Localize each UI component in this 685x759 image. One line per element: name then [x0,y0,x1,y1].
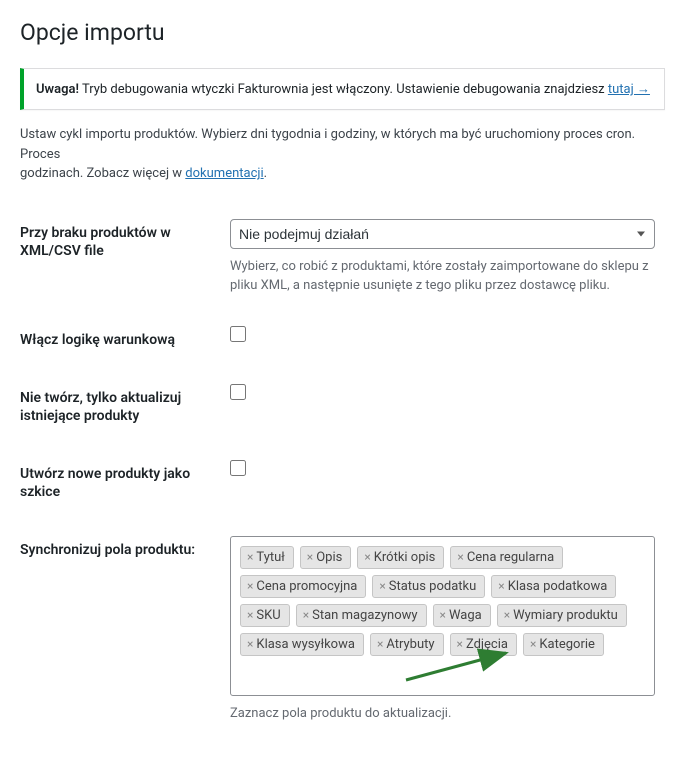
tag-label: SKU [256,608,280,623]
conditional-logic-label: Włącz logikę warunkową [20,311,220,369]
intro-text: Ustaw cykl importu produktów. Wybierz dn… [20,125,665,184]
sync-field-tag[interactable]: ×Cena promocyjna [240,575,366,598]
tag-label: Klasa wysyłkowa [256,637,355,652]
notice-strong: Uwaga! [36,82,79,97]
tag-label: Krótki opis [374,550,436,565]
tag-label: Stan magazynowy [312,608,417,623]
sync-field-tag[interactable]: ×Opis [300,546,352,569]
missing-products-select[interactable]: Nie podejmuj działań [230,219,655,249]
missing-products-label: Przy braku produktów w XML/CSV file [20,204,220,311]
tag-remove-icon[interactable]: × [303,608,309,622]
tag-label: Zdjęcia [466,637,508,652]
tag-label: Tytuł [256,550,284,565]
missing-products-description: Wybierz, co robić z produktami, które zo… [230,257,655,296]
tag-label: Opis [316,550,342,565]
tag-label: Status podatku [389,579,477,594]
sync-field-tag[interactable]: ×Tytuł [240,546,294,569]
sync-field-tag[interactable]: ×SKU [240,604,290,627]
tag-remove-icon[interactable]: × [530,637,536,651]
intro-line1: Ustaw cykl importu produktów. Wybierz dn… [20,127,635,162]
notice-text: Tryb debugowania wtyczki Fakturownia jes… [79,82,608,97]
tag-label: Kategorie [539,637,595,652]
sync-fields-tags-container[interactable]: ×Tytuł×Opis×Krótki opis×Cena regularna×C… [230,536,655,696]
sync-field-tag[interactable]: ×Klasa wysyłkowa [240,633,364,656]
conditional-logic-checkbox[interactable] [230,326,246,342]
notice-link[interactable]: tutaj → [608,82,650,97]
sync-field-tag[interactable]: ×Atrybuty [370,633,444,656]
update-only-checkbox[interactable] [230,384,246,400]
tag-remove-icon[interactable]: × [457,550,463,564]
tag-remove-icon[interactable]: × [440,608,446,622]
sync-field-tag[interactable]: × Klasa podatkowa [491,575,616,598]
sync-field-tag[interactable]: × Cena regularna [450,546,563,569]
sync-fields-label: Synchronizuj pola produktu: [20,521,220,739]
sync-field-tag[interactable]: × Status podatku [372,575,485,598]
tag-remove-icon[interactable]: × [247,550,253,564]
tag-remove-icon[interactable]: × [247,637,253,651]
documentation-link[interactable]: dokumentacji [185,166,263,181]
sync-field-tag[interactable]: ×Zdjęcia [450,633,517,656]
tag-label: Wymiary produktu [513,608,618,623]
update-only-label: Nie twórz, tylko aktualizuj istniejące p… [20,369,220,445]
intro-line2: godzinach. Zobacz więcej w [20,166,185,181]
debug-notice: Uwaga! Tryb debugowania wtyczki Fakturow… [20,68,665,110]
tag-label: Cena regularna [467,550,554,565]
sync-fields-description: Zaznacz pola produktu do aktualizacji. [230,704,655,724]
create-drafts-checkbox[interactable] [230,460,246,476]
sync-field-tag[interactable]: ×Wymiary produktu [497,604,627,627]
tag-remove-icon[interactable]: × [377,637,383,651]
tag-remove-icon[interactable]: × [364,550,370,564]
tag-remove-icon[interactable]: × [504,608,510,622]
tag-label: Waga [449,608,482,623]
create-drafts-label: Utwórz nowe produkty jako szkice [20,445,220,521]
tag-remove-icon[interactable]: × [379,579,385,593]
tag-remove-icon[interactable]: × [247,579,253,593]
tag-label: Atrybuty [386,637,434,652]
sync-field-tag[interactable]: × Krótki opis [357,546,444,569]
sync-field-tag[interactable]: ×Stan magazynowy [296,604,427,627]
page-title: Opcje importu [20,10,665,50]
tag-remove-icon[interactable]: × [307,550,313,564]
tag-remove-icon[interactable]: × [498,579,504,593]
sync-field-tag[interactable]: ×Kategorie [523,633,604,656]
tag-label: Klasa podatkowa [508,579,608,594]
tag-remove-icon[interactable]: × [457,637,463,651]
tag-remove-icon[interactable]: × [247,608,253,622]
sync-field-tag[interactable]: ×Waga [433,604,491,627]
tag-label: Cena promocyjna [256,579,357,594]
